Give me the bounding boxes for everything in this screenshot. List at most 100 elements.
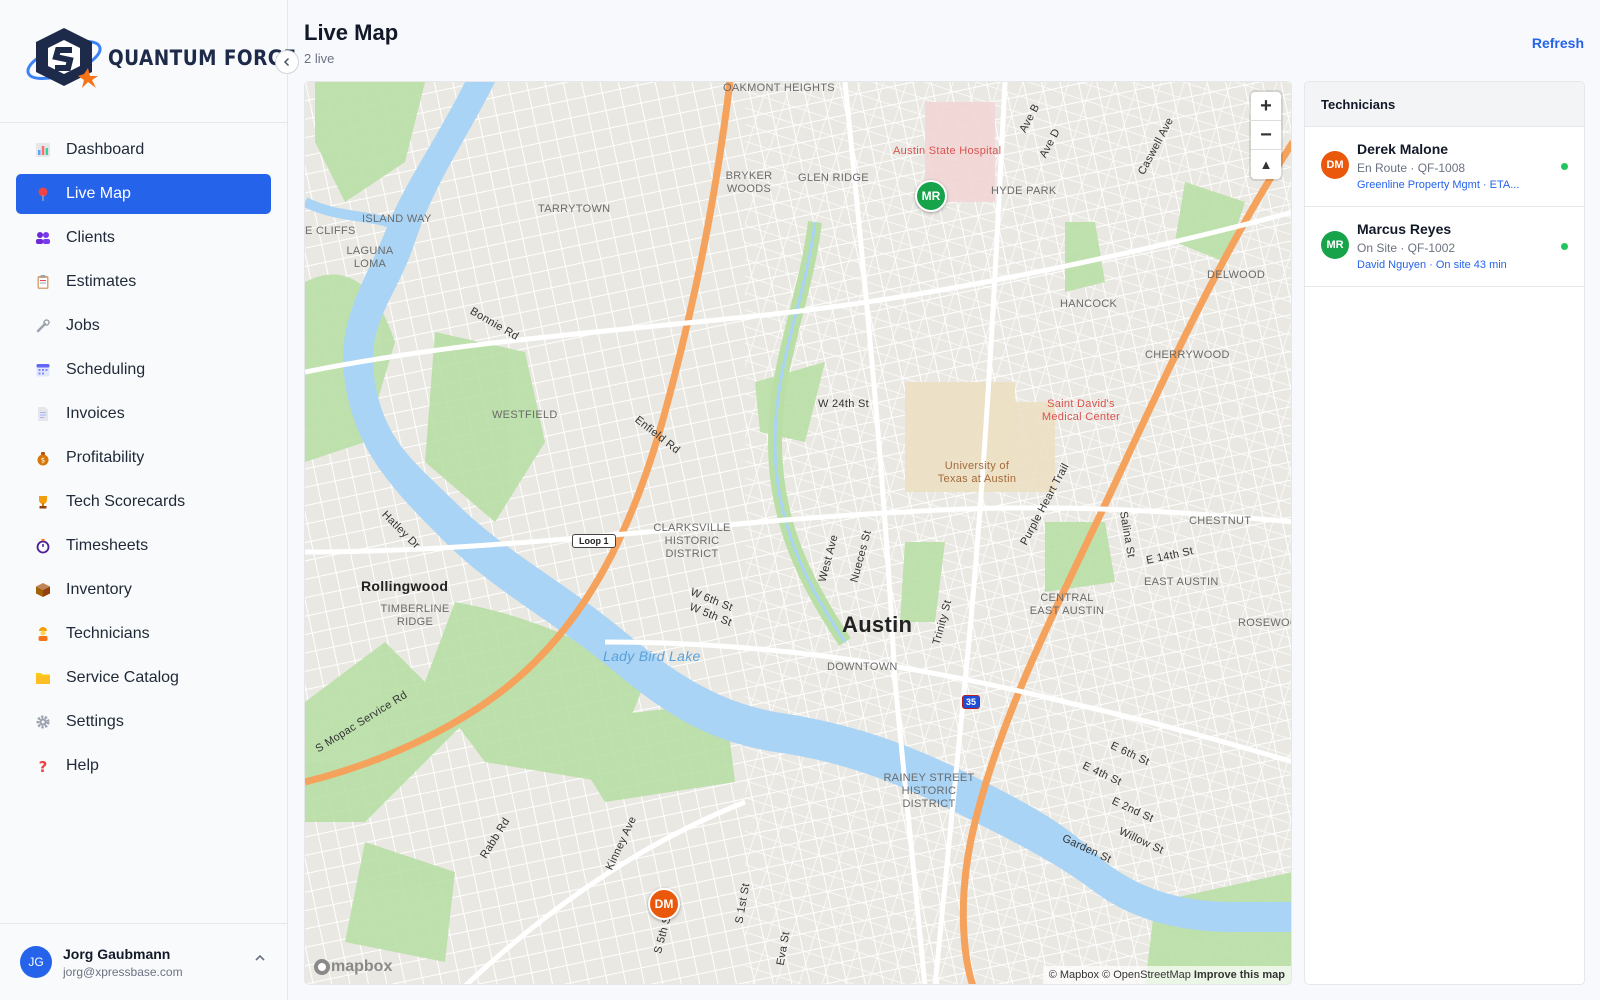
nav-item-dashboard[interactable]: Dashboard — [16, 130, 271, 170]
live-status-dot — [1561, 163, 1568, 170]
map-label: TARRYTOWN — [538, 203, 611, 215]
nav-label: Inventory — [66, 581, 132, 598]
nav-item-invoices[interactable]: Invoices — [16, 394, 271, 434]
nav-item-timesheets[interactable]: Timesheets — [16, 526, 271, 566]
nav-item-estimates[interactable]: Estimates — [16, 262, 271, 302]
live-map[interactable]: OAKMONT HEIGHTS Austin State Hospital BR… — [304, 81, 1292, 985]
map-label: HYDE PARK — [991, 185, 1057, 197]
map-label-hospital: Saint David's Medical Center — [1041, 398, 1121, 424]
main-nav: Dashboard Live Map Clients Estimates Job… — [0, 123, 287, 786]
nav-item-clients[interactable]: Clients — [16, 218, 271, 258]
map-label: ROSEWOO — [1238, 617, 1291, 629]
map-label-town: Rollingwood — [361, 578, 449, 594]
user-menu[interactable]: JG Jorg Gaubmann jorg@xpressbase.com — [0, 923, 288, 1000]
map-label: CENTRAL EAST AUSTIN — [1029, 592, 1105, 618]
nav-label: Dashboard — [66, 141, 145, 158]
technician-detail: Greenline Property Mgmt · ETA... — [1357, 179, 1520, 191]
compass-button[interactable]: ▲ — [1251, 150, 1281, 179]
map-label-university: University of Texas at Austin — [937, 460, 1017, 486]
technician-status: En Route · QF-1008 — [1357, 161, 1466, 175]
wrench-icon — [35, 318, 51, 334]
map-label: E CLIFFS — [305, 225, 356, 237]
svg-text:$: $ — [41, 457, 45, 465]
logo-area: QUANTUM FORGE — [0, 0, 299, 123]
nav-item-inventory[interactable]: Inventory — [16, 570, 271, 610]
technician-marker-mr[interactable]: MR — [915, 180, 947, 212]
worker-icon — [35, 626, 51, 642]
avatar: JG — [20, 946, 52, 978]
technician-name: Marcus Reyes — [1357, 221, 1452, 237]
bar-chart-icon — [35, 142, 51, 158]
map-label-hospital: Austin State Hospital — [893, 145, 1002, 157]
technician-status: On Site · QF-1002 — [1357, 241, 1456, 255]
map-pin-icon — [35, 186, 51, 202]
folder-icon — [35, 670, 51, 686]
stopwatch-icon — [35, 538, 51, 554]
mapbox-logo-text: mapbox — [331, 958, 393, 975]
map-label: GLEN RIDGE — [798, 172, 869, 184]
money-bag-icon: $ — [35, 450, 51, 466]
chevron-up-icon[interactable] — [254, 952, 266, 964]
zoom-out-button[interactable]: − — [1251, 121, 1281, 150]
map-label: RAINEY STREET HISTORIC DISTRICT — [883, 772, 975, 811]
nav-item-help[interactable]: ? Help — [16, 746, 271, 786]
map-label: TIMBERLINE RIDGE — [380, 603, 450, 629]
map-label: CLARKSVILLE HISTORIC DISTRICT — [653, 522, 731, 561]
map-label: OAKMONT HEIGHTS — [723, 82, 835, 94]
nav-item-settings[interactable]: Settings — [16, 702, 271, 742]
brand-name: QUANTUM FORGE — [108, 46, 297, 70]
map-label: BRYKER WOODS — [725, 170, 773, 196]
box-icon — [35, 582, 51, 598]
technician-marker-dm[interactable]: DM — [648, 888, 680, 920]
nav-item-tech-scorecards[interactable]: Tech Scorecards — [16, 482, 271, 522]
map-label: LAGUNA LOMA — [346, 245, 394, 271]
technician-detail: David Nguyen · On site 43 min — [1357, 259, 1507, 271]
mapbox-icon — [314, 959, 330, 975]
nav-item-scheduling[interactable]: Scheduling — [16, 350, 271, 390]
map-label-water: Lady Bird Lake — [603, 648, 701, 664]
nav-item-jobs[interactable]: Jobs — [16, 306, 271, 346]
nav-label: Estimates — [66, 273, 137, 290]
nav-label: Clients — [66, 229, 115, 246]
nav-item-profitability[interactable]: $ Profitability — [16, 438, 271, 478]
nav-label: Scheduling — [66, 361, 146, 378]
technician-row[interactable]: MR Marcus Reyes On Site · QF-1002 David … — [1305, 207, 1584, 287]
nav-label: Live Map — [66, 185, 131, 202]
svg-text:?: ? — [39, 758, 48, 774]
technician-row[interactable]: DM Derek Malone En Route · QF-1008 Green… — [1305, 127, 1584, 207]
zoom-in-button[interactable]: + — [1251, 92, 1281, 121]
mapbox-logo[interactable]: mapbox — [313, 958, 392, 976]
clipboard-icon — [35, 274, 51, 290]
map-attribution: © Mapbox © OpenStreetMap Improve this ma… — [1042, 966, 1291, 984]
technician-name: Derek Malone — [1357, 141, 1449, 157]
map-label: CHERRYWOOD — [1145, 349, 1230, 361]
nav-item-live-map[interactable]: Live Map — [16, 174, 271, 214]
page-title: Live Map — [304, 20, 399, 45]
trophy-icon — [35, 494, 51, 510]
sidebar: QUANTUM FORGE Dashboard Live Map Clients… — [0, 0, 299, 1000]
technicians-panel: Technicians DM Derek Malone En Route · Q… — [1304, 81, 1585, 985]
map-label: DELWOOD — [1207, 269, 1266, 281]
panel-title: Technicians — [1305, 82, 1584, 127]
refresh-button[interactable]: Refresh — [1532, 35, 1584, 51]
nav-label: Profitability — [66, 449, 145, 466]
improve-map-link[interactable]: Improve this map — [1194, 969, 1285, 981]
user-email: jorg@xpressbase.com — [63, 964, 183, 979]
map-nav-control: + − ▲ — [1251, 92, 1281, 179]
users-icon — [35, 230, 51, 246]
collapse-sidebar-button[interactable] — [275, 50, 299, 74]
live-count: 2 live — [304, 51, 335, 66]
map-label-city: Austin — [842, 612, 913, 637]
gear-icon — [35, 714, 51, 730]
nav-item-service-catalog[interactable]: Service Catalog — [16, 658, 271, 698]
nav-item-technicians[interactable]: Technicians — [16, 614, 271, 654]
user-meta: Jorg Gaubmann jorg@xpressbase.com — [63, 946, 183, 979]
map-label: WESTFIELD — [492, 409, 558, 421]
avatar: DM — [1321, 151, 1349, 179]
attribution-text[interactable]: © Mapbox © OpenStreetMap — [1049, 969, 1191, 981]
nav-label: Service Catalog — [66, 669, 179, 686]
highway-shield: Loop 1 — [572, 534, 616, 548]
interstate-shield: 35 — [962, 695, 981, 709]
nav-label: Invoices — [66, 405, 125, 422]
map-label: EAST AUSTIN — [1144, 576, 1219, 588]
